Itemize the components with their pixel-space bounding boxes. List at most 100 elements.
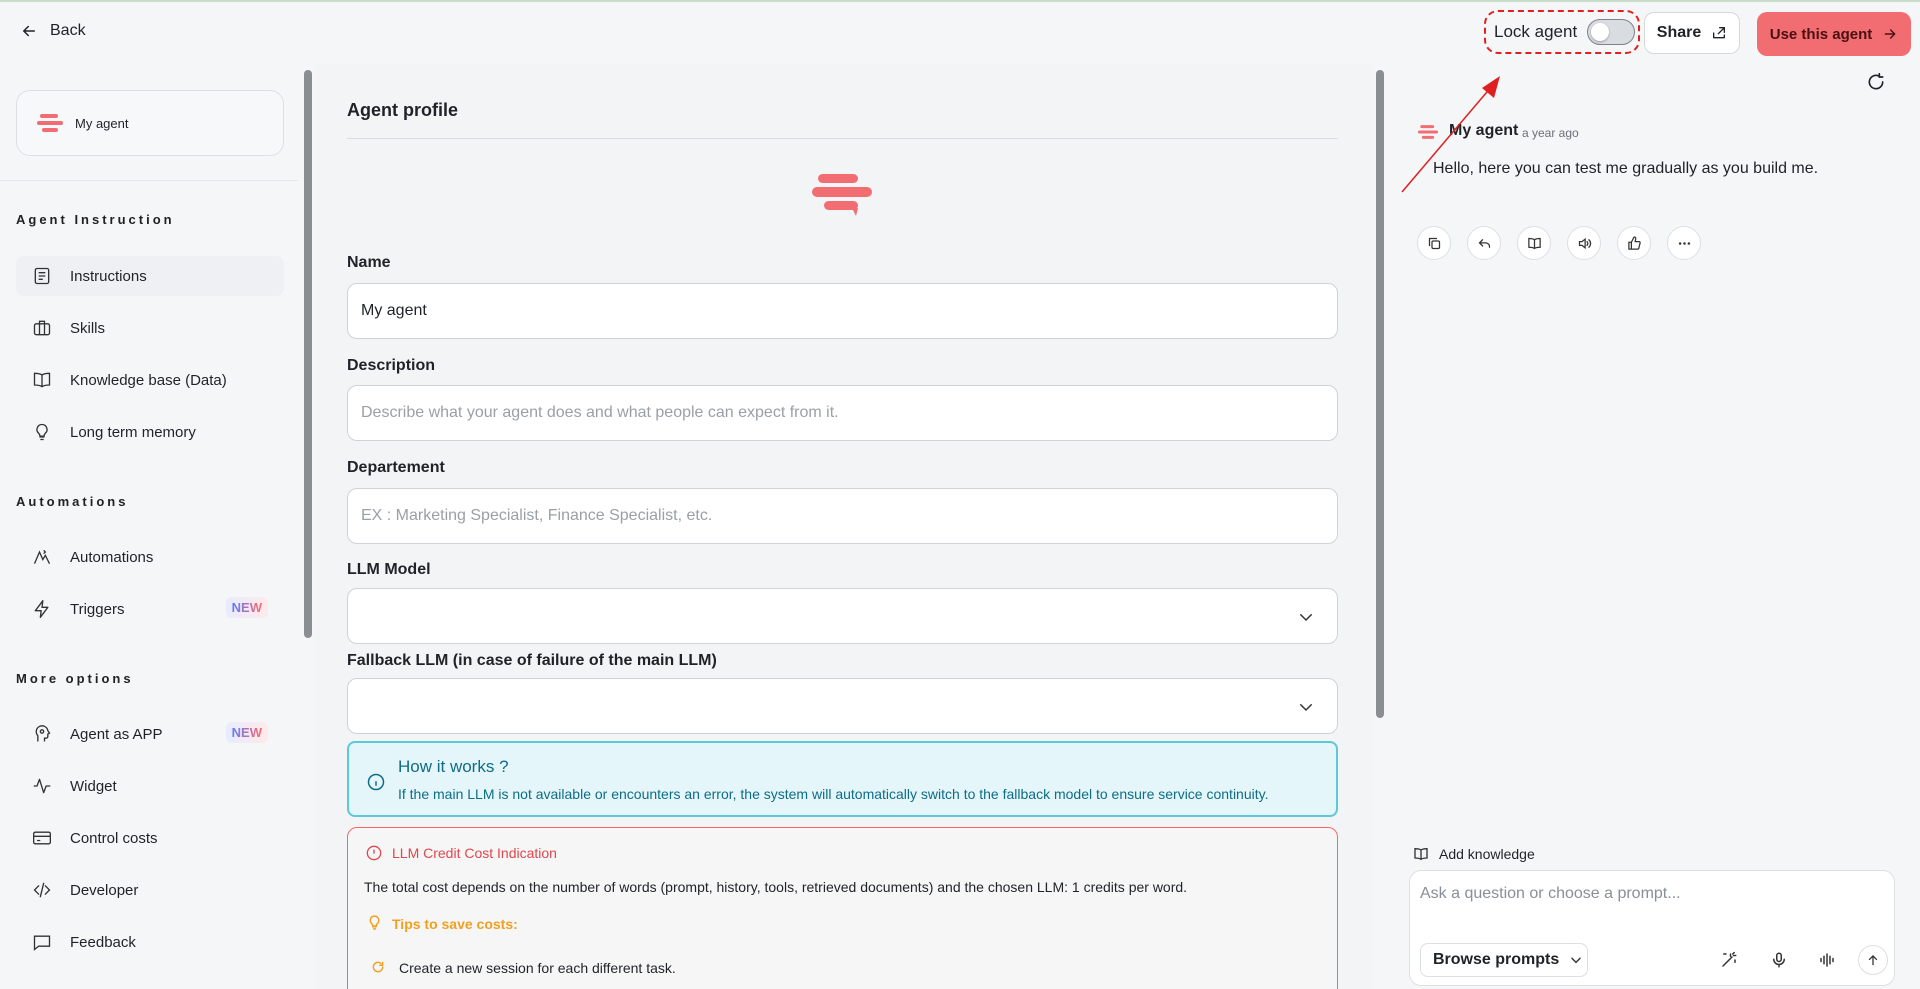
more-options-button[interactable] bbox=[1667, 226, 1701, 260]
add-knowledge-button[interactable]: Add knowledge bbox=[1413, 846, 1535, 862]
sidebar-item-label: Feedback bbox=[70, 933, 136, 951]
microphone-icon[interactable] bbox=[1770, 951, 1788, 969]
main-scrollbar[interactable] bbox=[1376, 70, 1384, 718]
sidebar-item-skills[interactable]: Skills bbox=[16, 308, 284, 348]
browse-prompts-label: Browse prompts bbox=[1433, 951, 1560, 968]
section-title-agent-instruction: Agent Instruction bbox=[16, 212, 175, 227]
automation-icon bbox=[33, 549, 51, 564]
section-title-more-options: More options bbox=[16, 671, 134, 686]
sidebar-item-label: Developer bbox=[70, 881, 139, 899]
fallback-llm-label: Fallback LLM (in case of failure of the … bbox=[347, 652, 717, 669]
sidebar-item-feedback[interactable]: Feedback bbox=[16, 922, 284, 962]
sidebar-item-triggers[interactable]: Triggers NEW bbox=[16, 589, 284, 629]
agent-logo-icon bbox=[37, 114, 63, 132]
sidebar-item-knowledge-base[interactable]: Knowledge base (Data) bbox=[16, 360, 284, 400]
sidebar-item-instructions[interactable]: Instructions bbox=[16, 256, 284, 296]
briefcase-icon bbox=[33, 320, 51, 336]
title-divider bbox=[347, 138, 1338, 139]
sidebar-item-label: Long term memory bbox=[70, 423, 196, 441]
book-icon bbox=[1527, 237, 1541, 249]
magic-wand-icon[interactable] bbox=[1720, 951, 1738, 969]
sidebar-item-label: Control costs bbox=[70, 829, 158, 847]
sidebar-item-developer[interactable]: Developer bbox=[16, 870, 284, 910]
sidebar-item-automations[interactable]: Automations bbox=[16, 537, 284, 577]
sidebar: My agent Agent Instruction Instructions … bbox=[0, 64, 300, 989]
agent-logo-icon bbox=[1418, 125, 1438, 139]
sidebar-item-label: Skills bbox=[70, 319, 106, 337]
chat-input[interactable] bbox=[1420, 885, 1880, 915]
name-label: Name bbox=[347, 254, 391, 271]
sidebar-item-label: Agent as APP bbox=[70, 725, 163, 743]
tip-item: Create a new session for each different … bbox=[399, 960, 676, 976]
like-button[interactable] bbox=[1617, 226, 1651, 260]
sidebar-item-agent-as-app[interactable]: Agent as APP NEW bbox=[16, 714, 284, 754]
refresh-icon bbox=[372, 961, 384, 973]
reply-button[interactable] bbox=[1467, 226, 1501, 260]
lock-agent-label: Lock agent bbox=[1494, 22, 1578, 41]
new-badge: NEW bbox=[225, 597, 268, 618]
agent-avatar-logo bbox=[812, 174, 872, 216]
fallback-llm-select[interactable] bbox=[347, 678, 1338, 734]
llm-model-select[interactable] bbox=[347, 588, 1338, 644]
cost-text: The total cost depends on the number of … bbox=[364, 879, 1188, 895]
use-this-agent-button[interactable]: Use this agent bbox=[1757, 12, 1911, 56]
chevron-down-icon bbox=[1300, 614, 1312, 622]
head-icon bbox=[35, 725, 51, 742]
share-button[interactable]: Share bbox=[1644, 12, 1740, 54]
lightbulb-icon bbox=[36, 423, 48, 441]
sidebar-item-widget[interactable]: Widget bbox=[16, 766, 284, 806]
pulse-icon bbox=[33, 778, 51, 794]
copy-button[interactable] bbox=[1417, 226, 1451, 260]
add-knowledge-label: Add knowledge bbox=[1439, 846, 1535, 862]
lock-agent-toggle[interactable] bbox=[1587, 19, 1636, 45]
comment-icon bbox=[33, 935, 51, 951]
agent-selector[interactable]: My agent bbox=[16, 90, 284, 156]
sidebar-item-label: Automations bbox=[70, 548, 154, 566]
back-label: Back bbox=[50, 22, 86, 39]
arrow-right-icon bbox=[1884, 29, 1896, 39]
new-badge: NEW bbox=[225, 722, 268, 743]
tips-title: Tips to save costs: bbox=[392, 916, 518, 932]
how-it-works-box: How it works ? If the main LLM is not av… bbox=[347, 741, 1338, 817]
reset-chat-icon[interactable] bbox=[1866, 72, 1886, 92]
description-input[interactable] bbox=[347, 385, 1338, 441]
arrow-left-icon bbox=[23, 25, 35, 37]
speaker-icon bbox=[1578, 237, 1591, 249]
description-label: Description bbox=[347, 357, 436, 374]
add-to-knowledge-button[interactable] bbox=[1517, 226, 1551, 260]
department-input[interactable] bbox=[347, 488, 1338, 544]
toggle-knob bbox=[1591, 23, 1610, 41]
sidebar-item-long-term-memory[interactable]: Long term memory bbox=[16, 412, 284, 452]
llm-cost-box: LLM Credit Cost Indication The total cos… bbox=[347, 827, 1338, 989]
read-aloud-button[interactable] bbox=[1567, 226, 1601, 260]
message-text: Hello, here you can test me gradually as… bbox=[1433, 160, 1819, 177]
name-input[interactable] bbox=[347, 283, 1338, 339]
share-label: Share bbox=[1656, 24, 1702, 41]
agent-card-name: My agent bbox=[75, 115, 129, 131]
sidebar-divider bbox=[0, 180, 298, 181]
sidebar-scrollbar[interactable] bbox=[304, 70, 312, 638]
chevron-down-icon bbox=[1571, 957, 1582, 964]
reply-icon bbox=[1478, 238, 1490, 248]
message-author: My agent bbox=[1449, 122, 1519, 139]
send-button[interactable] bbox=[1858, 945, 1888, 975]
audio-wave-icon[interactable] bbox=[1818, 951, 1836, 969]
chat-composer: Browse prompts bbox=[1409, 870, 1895, 986]
message-time: a year ago bbox=[1522, 126, 1579, 140]
llm-model-label: LLM Model bbox=[347, 561, 431, 578]
browse-prompts-button[interactable]: Browse prompts bbox=[1420, 943, 1588, 977]
card-icon bbox=[33, 831, 51, 845]
sidebar-item-label: Widget bbox=[70, 777, 117, 795]
info-text: If the main LLM is not available or enco… bbox=[398, 786, 1269, 802]
chevron-down-icon bbox=[1300, 704, 1312, 712]
page-title: Agent profile bbox=[347, 100, 458, 120]
sidebar-item-control-costs[interactable]: Control costs bbox=[16, 818, 284, 858]
book-icon bbox=[1414, 847, 1428, 861]
lock-agent-control: Lock agent bbox=[1484, 10, 1640, 54]
back-button[interactable]: Back bbox=[20, 22, 86, 40]
info-title: How it works ? bbox=[398, 757, 509, 776]
section-title-automations: Automations bbox=[16, 494, 129, 509]
thumbs-up-icon bbox=[1627, 235, 1641, 250]
lightbulb-icon bbox=[369, 915, 380, 930]
sidebar-item-label: Knowledge base (Data) bbox=[70, 371, 227, 389]
